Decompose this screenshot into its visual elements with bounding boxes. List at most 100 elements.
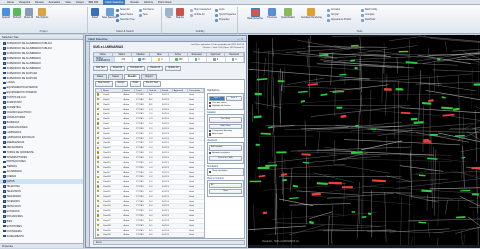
- table-row[interactable]: Clash30ActiveP? PBOD-59:02:13Hard: [96, 233, 204, 238]
- results-toolbar-button[interactable]: Re-run Test: [143, 81, 161, 87]
- view-button[interactable]: View: [209, 189, 242, 194]
- tests-table-row[interactable]: SUB a LUMINARIASOld1930193000: [93, 57, 245, 63]
- require-button[interactable]: Require: [176, 8, 184, 19]
- appearance-profiler-button[interactable]: Appearance Profiler: [327, 18, 351, 22]
- grid-column-header[interactable]: Name: [102, 89, 123, 92]
- item2-button[interactable]: Item 2: [226, 96, 242, 101]
- grid-cell: P? PBO: [135, 161, 148, 165]
- highlight-all-option[interactable]: Highlight all clashes: [209, 105, 242, 108]
- select-same-button[interactable]: Select Same: [116, 13, 133, 17]
- grid-column-header[interactable]: Grid Int.: [148, 89, 161, 92]
- grid-cell: P? PBO: [135, 141, 148, 145]
- menu-item-2[interactable]: Viewpoint: [19, 0, 30, 5]
- tests-column-header[interactable]: Approved: [207, 53, 226, 56]
- 3d-viewport[interactable]: Viewpoint - SUB a LUMINARIAS (1): [248, 35, 480, 248]
- layer-icon: [3, 161, 6, 164]
- compare-button[interactable]: Compare: [361, 13, 374, 17]
- tests-toolbar-button[interactable]: Update All: [165, 66, 181, 71]
- grid-column-header[interactable]: Description: [188, 89, 204, 92]
- hide-unselected-button[interactable]: Hide Unselected: [190, 8, 211, 12]
- menu-item-3[interactable]: Review: [35, 0, 44, 5]
- results-toolbar-button[interactable]: Clear: [130, 81, 142, 87]
- tests-toolbar-button[interactable]: Reset All: [110, 66, 125, 71]
- menu-item-5[interactable]: View: [65, 0, 71, 5]
- menu-item-10[interactable]: Add-Ins: [144, 0, 153, 5]
- dim-other-button[interactable]: Dim Other: [209, 117, 242, 122]
- tree-item-label: TELEFONIA: [7, 185, 20, 188]
- links-button[interactable]: Links: [215, 8, 224, 12]
- checkbox-icon: [209, 105, 211, 107]
- menu-item-4[interactable]: Animation: [49, 0, 61, 5]
- status-icon: [158, 58, 161, 61]
- menu-item-1[interactable]: Home: [7, 0, 14, 5]
- grid-cell: [173, 204, 189, 208]
- grid-cell: P? PBO: [135, 93, 148, 97]
- selection-tree-button[interactable]: Selection Tree: [116, 18, 135, 22]
- menu-item-9[interactable]: Render: [130, 0, 139, 5]
- file-options-button[interactable]: File Options: [36, 8, 48, 19]
- tests-column-header[interactable]: Name: [94, 53, 113, 56]
- hide-other-button[interactable]: Hide Other: [209, 124, 242, 129]
- grid-column-header[interactable]: Approved: [173, 89, 189, 92]
- tree-item[interactable]: SANEAMIENTO: [0, 234, 83, 239]
- menu-item-7[interactable]: BIM 360: [89, 0, 99, 5]
- menu-item-6[interactable]: Output: [76, 0, 84, 5]
- results-toolbar-button[interactable]: New Group: [95, 81, 113, 87]
- grid-cell: [173, 93, 189, 97]
- items-strip[interactable]: Items: [93, 240, 245, 245]
- refresh-button[interactable]: Refresh: [13, 8, 21, 19]
- timeliner-button[interactable]: TimeLiner: [267, 8, 277, 19]
- tests-column-header[interactable]: Status: [113, 53, 132, 56]
- autodesk-rendering-button[interactable]: Autodesk Rendering: [301, 8, 322, 19]
- grid-cell: [173, 146, 189, 150]
- properties-tab[interactable]: Properties: [0, 243, 83, 248]
- tests-toolbar-button[interactable]: Compact All: [127, 66, 145, 71]
- tests-column-header[interactable]: Resolved: [225, 53, 244, 56]
- grid-cell: Clash3: [102, 103, 123, 107]
- grid-column-header[interactable]: Status: [123, 89, 136, 92]
- viewpoint-select[interactable]: Auto-update: [209, 145, 242, 150]
- grid-column-header[interactable]: Found: [161, 89, 173, 92]
- reset-all-button[interactable]: Reset All: [24, 8, 33, 19]
- view-in-context-select[interactable]: All: [209, 183, 242, 188]
- quick-properties-button[interactable]: Quick Properties: [215, 13, 236, 17]
- tests-column-header[interactable]: New: [150, 53, 169, 56]
- clash-detective-button[interactable]: Clash Detective: [247, 8, 263, 20]
- animator-button[interactable]: Animator: [327, 8, 340, 12]
- auto-reveal-option[interactable]: Auto reveal: [209, 133, 242, 136]
- find-items-button[interactable]: Find Items: [139, 8, 154, 12]
- menu-item-8[interactable]: Clash Detective: [103, 0, 125, 5]
- quantification-button[interactable]: Quantification: [281, 8, 295, 19]
- focus-on-clash-button[interactable]: Focus on Clash: [209, 156, 242, 161]
- sets-button[interactable]: Sets: [139, 13, 148, 17]
- tree-icon: [116, 19, 119, 22]
- clash-element: [298, 91, 307, 92]
- tests-toolbar-button[interactable]: Delete All: [147, 66, 163, 71]
- clash-highlight: [312, 194, 321, 195]
- show-simulation-option[interactable]: Show simulation: [209, 170, 242, 173]
- results-panel: New GroupAssignClearRe-run Test NameStat…: [93, 79, 245, 239]
- scripter-button[interactable]: Scripter: [327, 13, 339, 17]
- properties-button[interactable]: Properties: [215, 18, 229, 22]
- column-segment: [408, 39, 410, 100]
- append-button[interactable]: Append: [2, 8, 10, 19]
- hide-button[interactable]: Hide: [165, 8, 173, 19]
- select-all-button[interactable]: Select All: [116, 8, 129, 12]
- menu-item-11[interactable]: Point Cloud: [158, 0, 171, 5]
- unhide-all-button[interactable]: Unhide All: [190, 13, 204, 17]
- close-icon[interactable]: ×: [240, 37, 244, 41]
- tests-toolbar-button[interactable]: Add Test: [93, 66, 108, 71]
- tree-item-label: BIES: [7, 220, 12, 223]
- item1-button[interactable]: Item 1: [209, 96, 225, 101]
- results-toolbar-button[interactable]: Assign: [115, 81, 128, 87]
- tests-column-header[interactable]: Active: [169, 53, 188, 56]
- tests-column-header[interactable]: Clashes: [132, 53, 151, 56]
- select-button[interactable]: Select: [91, 8, 99, 19]
- grid-column-header[interactable]: Level: [135, 89, 148, 92]
- batch-utility-button[interactable]: Batch Utility: [361, 8, 377, 12]
- layer-icon: [3, 136, 6, 139]
- checkbox-icon: [209, 133, 211, 135]
- datatools-button[interactable]: DataTools: [361, 18, 375, 22]
- tests-column-header[interactable]: Reviewed: [188, 53, 207, 56]
- animate-transitions-option[interactable]: Animate transitions: [209, 152, 242, 155]
